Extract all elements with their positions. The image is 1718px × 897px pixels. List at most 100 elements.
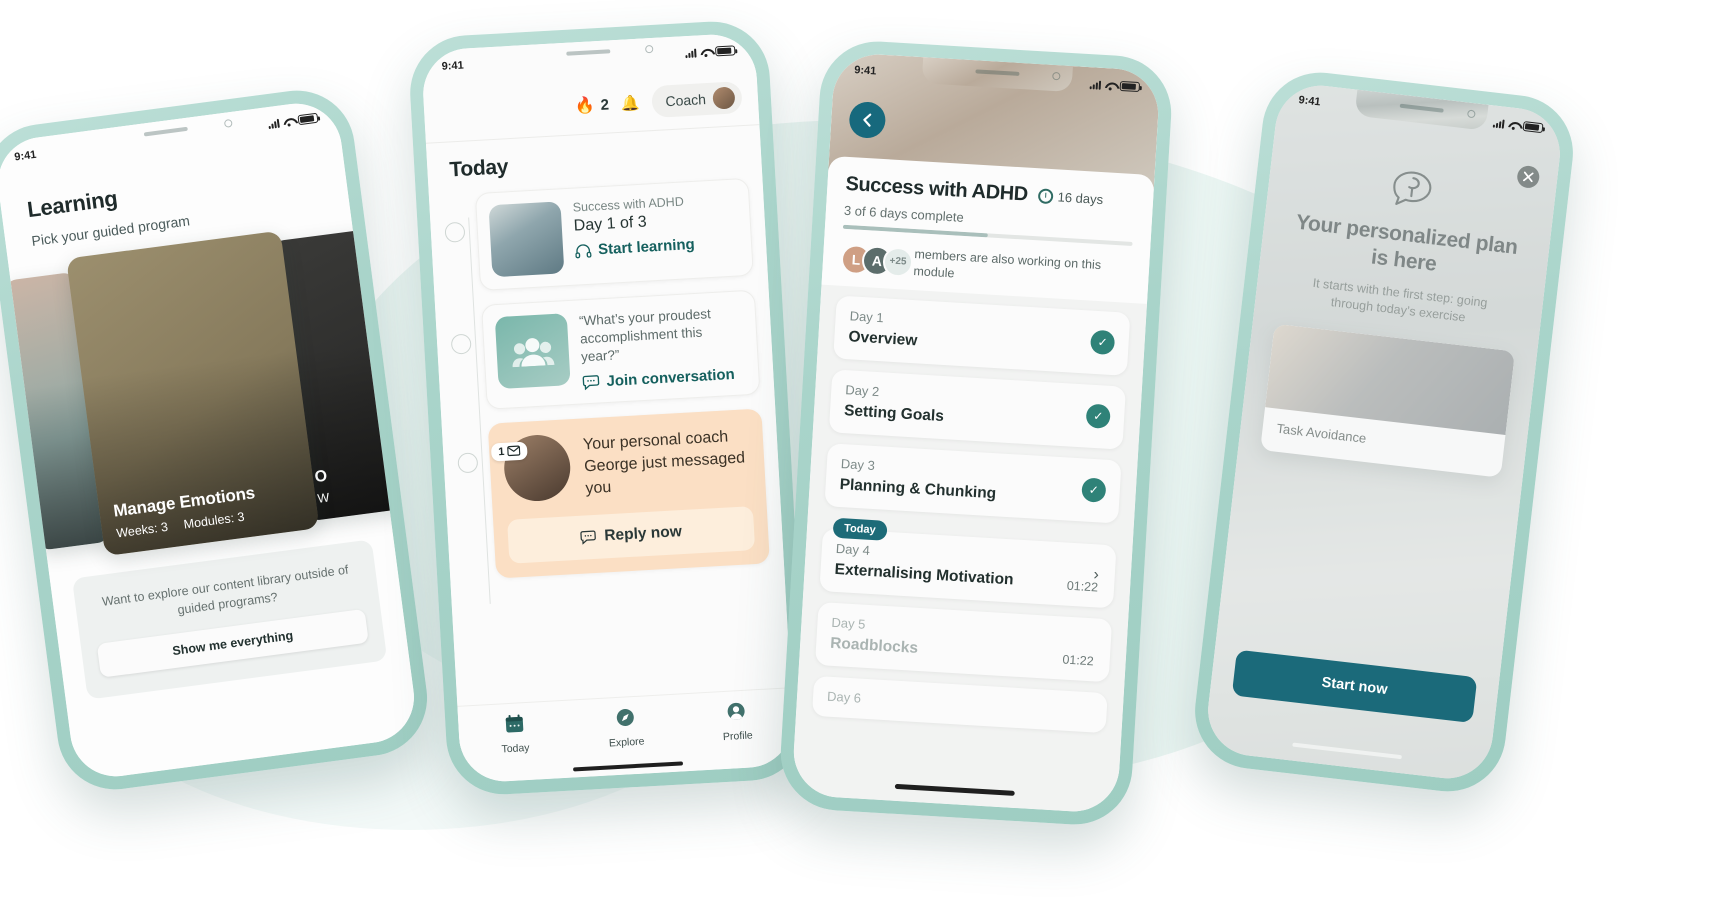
phone1-clock: 9:41 [13, 148, 38, 164]
compass-icon [569, 705, 682, 736]
coach-avatar: 1 [490, 432, 573, 503]
phone-mockup-today: 9:41 🔥 2 🔔 Coach Today Success with ADHD… [407, 18, 809, 798]
day-card-5[interactable]: Day 5 Roadblocks 01:22 [814, 601, 1113, 683]
day-card-6[interactable]: Day 6 [811, 675, 1108, 733]
badge-count: 1 [497, 445, 505, 458]
chat-bubble-icon [582, 374, 600, 391]
calendar-icon [458, 711, 571, 742]
battery-icon [1119, 80, 1141, 93]
wifi-icon [283, 116, 295, 126]
day-card-4[interactable]: Today Day 4 Externalising Motivation › 0… [819, 517, 1117, 609]
day-label: Day 6 [826, 688, 862, 706]
phone1-screen: 9:41 Learning Pick your guided program M… [0, 98, 420, 782]
streak-count: 2 [600, 95, 610, 114]
timeline-node [444, 221, 466, 243]
cellular-signal-icon [268, 118, 280, 129]
home-indicator [894, 783, 1015, 796]
conversation-card[interactable]: “What’s your proudest accomplishment thi… [481, 289, 761, 410]
tab-explore[interactable]: Explore [569, 705, 682, 752]
tab-today[interactable]: Today [458, 711, 571, 758]
battery-icon [297, 112, 319, 126]
timeline-node [450, 333, 472, 355]
tab-profile-label: Profile [722, 729, 754, 744]
module-title: Success with ADHD [844, 172, 1029, 206]
person-icon [680, 699, 793, 730]
phone2-status-icons [685, 45, 736, 58]
streak-counter[interactable]: 🔥 2 [574, 94, 609, 116]
module-day-list: Day 1 Overview ✓ Day 2 Setting Goals ✓ D… [796, 284, 1147, 734]
tab-today-label: Today [501, 741, 530, 756]
battery-icon [1522, 120, 1544, 134]
phone4-content: 9:41 Your personalized plan is here It s… [1203, 80, 1565, 784]
coach-message-head: 1 Your personal coach George just messag… [488, 408, 767, 518]
chat-bubble-icon [580, 530, 597, 545]
phone3-screen: 9:41 Success with ADHD 16 days 3 of 6 da… [791, 51, 1161, 815]
day-card-2[interactable]: Day 2 Setting Goals ✓ [828, 369, 1127, 450]
tab-explore-label: Explore [608, 735, 645, 750]
close-icon [1522, 171, 1534, 183]
people-icon [495, 313, 571, 389]
coach-label: Coach [665, 91, 707, 110]
phone1-content: 9:41 Learning Pick your guided program M… [0, 98, 420, 782]
day-duration: 01:22 [1066, 578, 1099, 595]
program-card-manage-emotions[interactable]: Manage Emotions Weeks: 3 Modules: 3 [66, 230, 320, 557]
phone2-clock: 9:41 [441, 59, 465, 73]
timeline-item-coach: 1 Your personal coach George just messag… [456, 408, 770, 580]
lesson-text: Success with ADHD Day 1 of 3 Start learn… [572, 192, 740, 273]
reply-now-label: Reply now [603, 522, 683, 545]
start-learning-label: Start learning [597, 235, 696, 259]
wifi-icon [1105, 81, 1117, 91]
tab-profile[interactable]: Profile [680, 699, 793, 746]
lesson-card[interactable]: Success with ADHD Day 1 of 3 Start learn… [474, 177, 754, 291]
timeline-item-lesson: Success with ADHD Day 1 of 3 Start learn… [443, 177, 754, 293]
back-button[interactable] [848, 100, 887, 140]
start-learning-link[interactable]: Start learning [575, 233, 740, 259]
day-card-1[interactable]: Day 1 Overview ✓ [833, 295, 1131, 376]
program-carousel[interactable]: Manage Emotions Weeks: 3 Modules: 3 O W [2, 221, 420, 564]
module-duration: 16 days [1037, 188, 1104, 208]
chevron-left-icon [863, 113, 872, 127]
conversation-prompt: “What’s your proudest accomplishment thi… [578, 306, 712, 365]
flame-icon: 🔥 [574, 97, 596, 116]
phone3-status-icons [1089, 79, 1141, 93]
bell-icon[interactable]: 🔔 [620, 94, 640, 113]
today-chip: Today [832, 517, 888, 541]
wifi-icon [1508, 120, 1520, 130]
phone4-screen: 9:41 Your personalized plan is here It s… [1203, 80, 1565, 784]
cellular-signal-icon [685, 48, 697, 58]
join-conversation-label: Join conversation [606, 365, 736, 390]
screenshot-root: 9:41 Learning Pick your guided program M… [0, 0, 1718, 897]
module-duration-label: 16 days [1057, 189, 1104, 208]
timeline-node [457, 452, 479, 474]
phone4-clock: 9:41 [1297, 94, 1322, 109]
join-conversation-link[interactable]: Join conversation [582, 365, 747, 391]
clock-icon [1037, 188, 1054, 205]
headphones-icon [575, 243, 592, 258]
module-summary: Success with ADHD 16 days 3 of 6 days co… [821, 155, 1155, 304]
phone-mockup-learning: 9:41 Learning Pick your guided program M… [0, 83, 435, 797]
phone-mockup-module: 9:41 Success with ADHD 16 days 3 of 6 da… [777, 38, 1175, 828]
members-text: members are also working on this module [913, 247, 1102, 281]
today-timeline: Success with ADHD Day 1 of 3 Start learn… [429, 173, 791, 706]
conversation-text: “What’s your proudest accomplishment thi… [579, 303, 747, 391]
coach-button[interactable]: Coach [650, 81, 743, 119]
day-duration: 01:22 [1062, 652, 1095, 669]
phone2-content: 9:41 🔥 2 🔔 Coach Today Success with ADHD… [420, 32, 796, 784]
card-weeks: W [316, 490, 331, 506]
module-members: L A +25 members are also working on this… [840, 242, 1131, 293]
phone1-status-icons [268, 112, 319, 129]
phone3-statusbar: 9:41 [834, 52, 1161, 101]
lesson-thumbnail [488, 201, 565, 278]
conversation-thumbnail [494, 313, 571, 390]
avatar [712, 86, 736, 110]
unread-message-badge: 1 [490, 441, 528, 462]
phone2-screen: 9:41 🔥 2 🔔 Coach Today Success with ADHD… [420, 32, 796, 784]
timeline-item-conversation: “What’s your proudest accomplishment thi… [449, 289, 761, 412]
avatar-overflow-count: +25 [882, 246, 914, 278]
cellular-signal-icon [1089, 80, 1102, 90]
phone3-content: 9:41 Success with ADHD 16 days 3 of 6 da… [791, 51, 1161, 815]
coach-message-card[interactable]: 1 Your personal coach George just messag… [487, 408, 770, 579]
day-card-3[interactable]: Day 3 Planning & Chunking ✓ [824, 442, 1122, 524]
battery-icon [714, 45, 736, 57]
content-library-promo: Want to explore our content library outs… [71, 539, 388, 700]
